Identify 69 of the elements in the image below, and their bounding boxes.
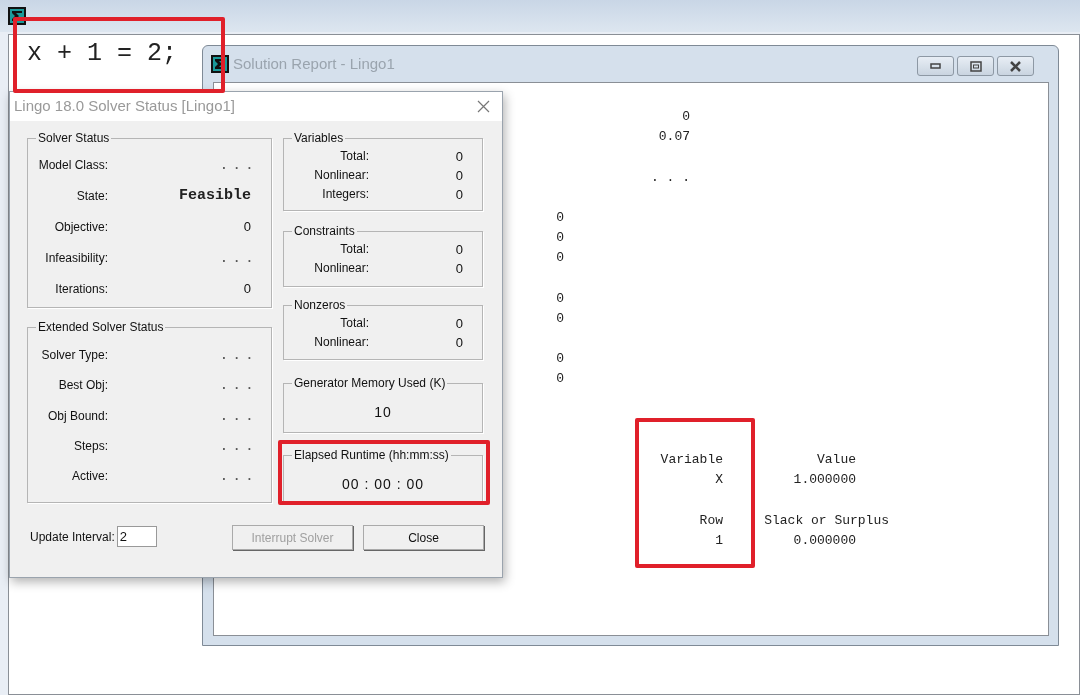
field-label: Iterations: xyxy=(55,280,108,298)
report-cell-text: Slack or Surplus xyxy=(764,511,889,530)
field-label: Steps: xyxy=(73,438,108,456)
field-label: Nonlinear: xyxy=(314,334,369,351)
field-value: . . . xyxy=(222,347,254,365)
group-title: Elapsed Runtime (hh:mm:ss) xyxy=(292,448,451,463)
report-value: 0 xyxy=(556,208,564,227)
field-value: 10 xyxy=(373,403,393,422)
report-value: 0 xyxy=(556,229,564,248)
report-value: 0 xyxy=(556,289,564,308)
field-value: 0 xyxy=(455,260,463,278)
close-button[interactable] xyxy=(997,56,1034,76)
report-value: 0 xyxy=(556,249,564,268)
field-value: 0 xyxy=(243,279,251,298)
group-title: Generator Memory Used (K) xyxy=(292,376,448,391)
field-value: . . . xyxy=(222,438,254,456)
close-icon[interactable] xyxy=(477,100,490,113)
report-cell-text: Value xyxy=(817,451,856,470)
report-value: 0 xyxy=(682,108,690,126)
field-label: Objective: xyxy=(54,219,108,236)
report-value: 0 xyxy=(556,309,564,328)
field-label: Best Obj: xyxy=(58,377,108,395)
restore-button[interactable] xyxy=(957,56,994,76)
field-value: 00 : 00 : 00 xyxy=(340,475,426,494)
report-cell-text: 0.000000 xyxy=(793,531,856,550)
report-value: 0.07 xyxy=(658,128,690,147)
field-value: . . . xyxy=(222,407,254,425)
restore-icon xyxy=(969,60,982,72)
field-value: 0 xyxy=(455,167,463,185)
field-label: Total: xyxy=(340,241,369,258)
minimize-button[interactable] xyxy=(917,56,954,76)
field-label: Nonlinear: xyxy=(314,167,369,184)
field-value: 0 xyxy=(455,148,463,166)
report-cell-text: 1 xyxy=(715,531,723,550)
dialog-button[interactable]: Close xyxy=(363,525,484,550)
field-label: Model Class: xyxy=(38,157,108,175)
field-value: 0 xyxy=(455,241,463,259)
field-label: Active: xyxy=(72,468,108,486)
field-value: 0 xyxy=(455,186,463,204)
field-value: Feasible xyxy=(179,185,251,206)
report-cell-text: 1.000000 xyxy=(793,471,856,490)
field-label: Integers: xyxy=(322,186,369,203)
report-value: 0 xyxy=(556,350,564,369)
close-icon xyxy=(1010,60,1021,72)
report-cell-text: X xyxy=(715,471,723,490)
report-cell-text: Row xyxy=(699,511,723,530)
field-label: Infeasibility: xyxy=(45,249,108,267)
dialog-title: Lingo 18.0 Solver Status [Lingo1] xyxy=(14,96,235,117)
field-label: Total: xyxy=(340,148,369,165)
field-label: Total: xyxy=(340,315,369,332)
window-title: Solution Report - Lingo1 xyxy=(233,53,395,74)
field-label: Obj Bound: xyxy=(47,407,108,425)
field-label: Solver Type: xyxy=(41,347,108,365)
field-value: 0 xyxy=(243,218,251,237)
field-value: . . . xyxy=(222,157,254,175)
report-value: . . . xyxy=(651,168,690,187)
field-label: Update Interval: xyxy=(30,528,115,546)
field-value: 0 xyxy=(455,334,463,352)
field-value: . . . xyxy=(222,377,254,395)
field-label: Nonlinear: xyxy=(314,260,369,277)
field-value: . . . xyxy=(222,468,254,486)
field-value: 0 xyxy=(455,315,463,333)
interval-input[interactable]: 2 xyxy=(116,526,157,547)
report-cell-text: Variable xyxy=(660,451,723,470)
report-value: 0 xyxy=(556,370,564,389)
code-line: x + 1 = 2; xyxy=(27,38,178,70)
field-label: State: xyxy=(76,188,108,206)
field-value: . . . xyxy=(222,249,254,267)
minimize-icon xyxy=(930,63,941,69)
